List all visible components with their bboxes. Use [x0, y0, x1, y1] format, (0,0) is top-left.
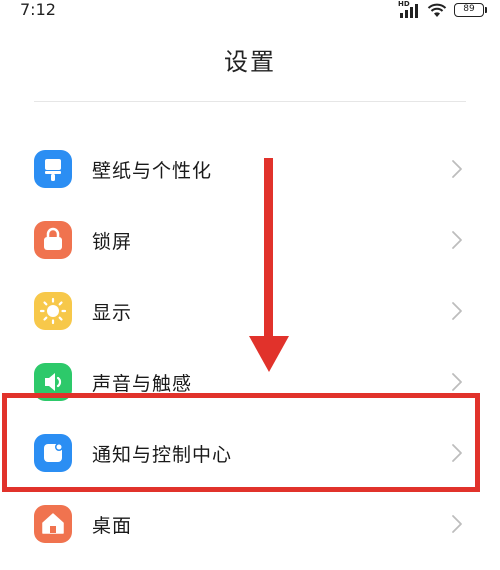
wifi-icon [427, 2, 447, 18]
page-title: 设置 [224, 48, 276, 76]
settings-item-label: 显示 [92, 302, 133, 324]
settings-item-label: 锁屏 [92, 231, 133, 253]
status-time: 7:12 [20, 0, 56, 19]
settings-item-label: 声音与触感 [92, 373, 193, 395]
cellular-signal-icon: HD [398, 0, 420, 18]
wallpaper-icon [34, 150, 72, 188]
home-icon [34, 505, 72, 543]
status-bar: 7:12 HD 89 [0, 0, 500, 22]
settings-item-label: 壁纸与个性化 [92, 160, 213, 182]
settings-item-desktop[interactable]: 桌面 [0, 495, 500, 555]
chevron-right-icon [452, 231, 462, 249]
chevron-right-icon [452, 302, 462, 320]
chevron-right-icon [452, 373, 462, 391]
chevron-right-icon [452, 160, 462, 178]
chevron-right-icon [452, 515, 462, 533]
battery-icon: 89 [454, 3, 487, 17]
status-icons: HD 89 [398, 0, 487, 18]
settings-item-label: 桌面 [92, 515, 133, 537]
highlight-box-annotation [2, 393, 480, 492]
down-arrow-annotation [249, 158, 289, 372]
header-divider [34, 101, 466, 102]
lock-icon [34, 221, 72, 259]
sun-icon [34, 292, 72, 330]
